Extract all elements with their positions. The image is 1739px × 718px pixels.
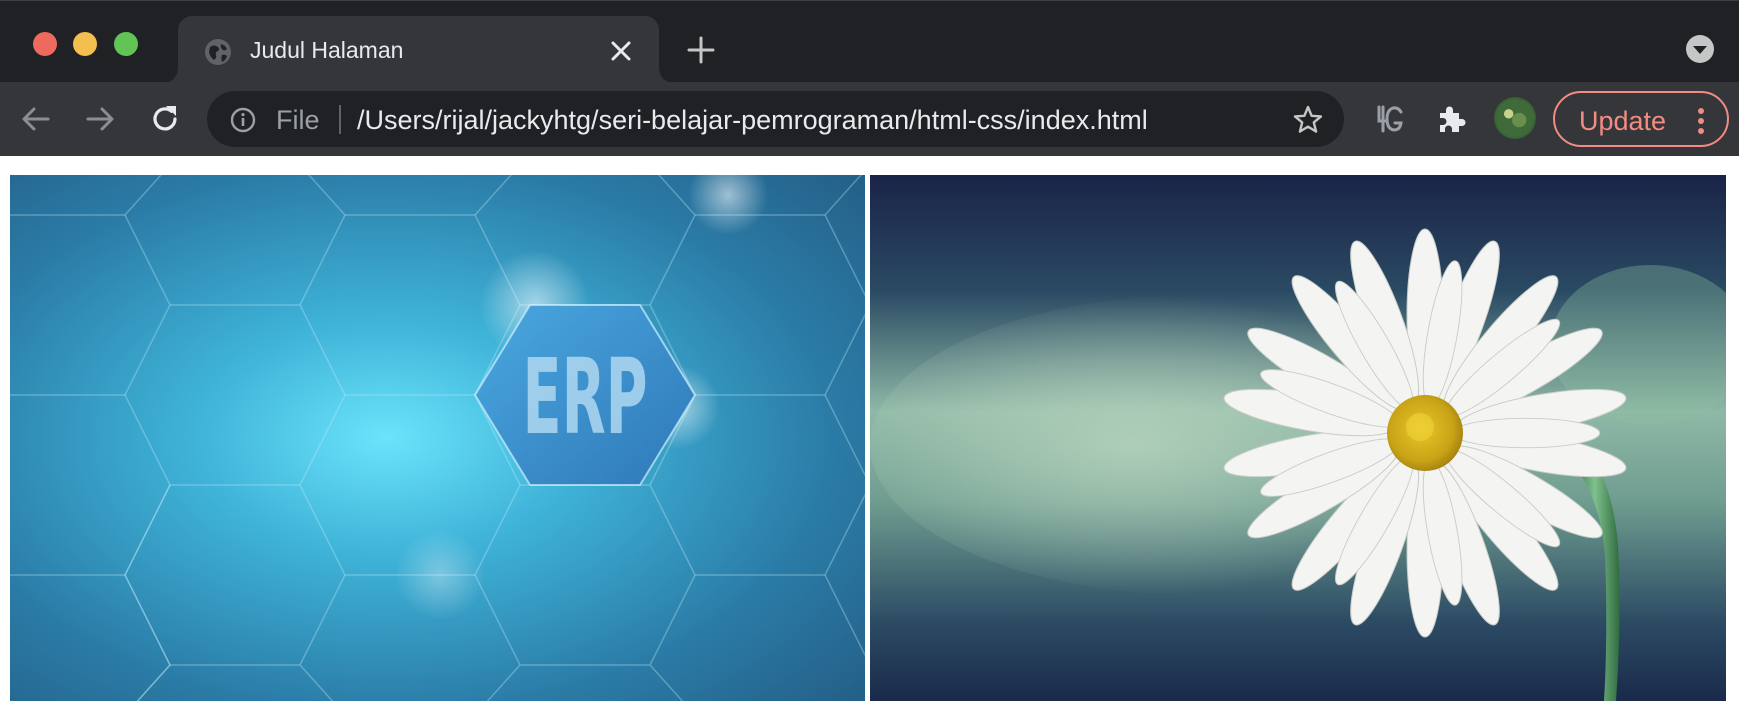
star-icon[interactable] bbox=[1292, 104, 1324, 136]
forward-arrow-icon[interactable] bbox=[82, 101, 118, 137]
scheme-label: File bbox=[276, 105, 320, 135]
chevron-down-icon[interactable] bbox=[1685, 34, 1715, 64]
tab-strip: Judul Halaman bbox=[0, 0, 1739, 83]
reload-icon[interactable] bbox=[147, 101, 183, 137]
back-arrow-icon[interactable] bbox=[18, 101, 54, 137]
erp-logo-text: ERP bbox=[523, 336, 648, 458]
profile-avatar[interactable] bbox=[1494, 97, 1536, 139]
browser-toolbar: File /Users/rijal/jackyhtg/seri-belajar-… bbox=[0, 82, 1739, 156]
puzzle-icon[interactable] bbox=[1433, 101, 1469, 137]
window-zoom-button[interactable] bbox=[114, 32, 138, 56]
url-text[interactable]: /Users/rijal/jackyhtg/seri-belajar-pemro… bbox=[357, 105, 1148, 136]
address-bar[interactable]: File /Users/rijal/jackyhtg/seri-belajar-… bbox=[207, 91, 1344, 147]
kebab-menu-icon[interactable] bbox=[1695, 106, 1707, 136]
tab-active[interactable]: Judul Halaman bbox=[164, 16, 673, 83]
erp-image: ERP bbox=[10, 175, 865, 701]
info-icon[interactable] bbox=[230, 107, 256, 133]
update-label: Update bbox=[1579, 106, 1667, 136]
daisy-image bbox=[870, 175, 1726, 701]
page-content: ERP bbox=[0, 156, 1739, 718]
g-extension-icon[interactable] bbox=[1370, 101, 1406, 137]
tab-title: Judul Halaman bbox=[250, 37, 404, 63]
omnibox-divider bbox=[339, 105, 341, 134]
window-minimize-button[interactable] bbox=[73, 32, 97, 56]
close-icon[interactable] bbox=[608, 38, 634, 64]
globe-icon bbox=[205, 39, 231, 65]
plus-icon[interactable] bbox=[686, 35, 716, 65]
window-close-button[interactable] bbox=[33, 32, 57, 56]
update-button[interactable]: Update bbox=[1553, 91, 1729, 147]
